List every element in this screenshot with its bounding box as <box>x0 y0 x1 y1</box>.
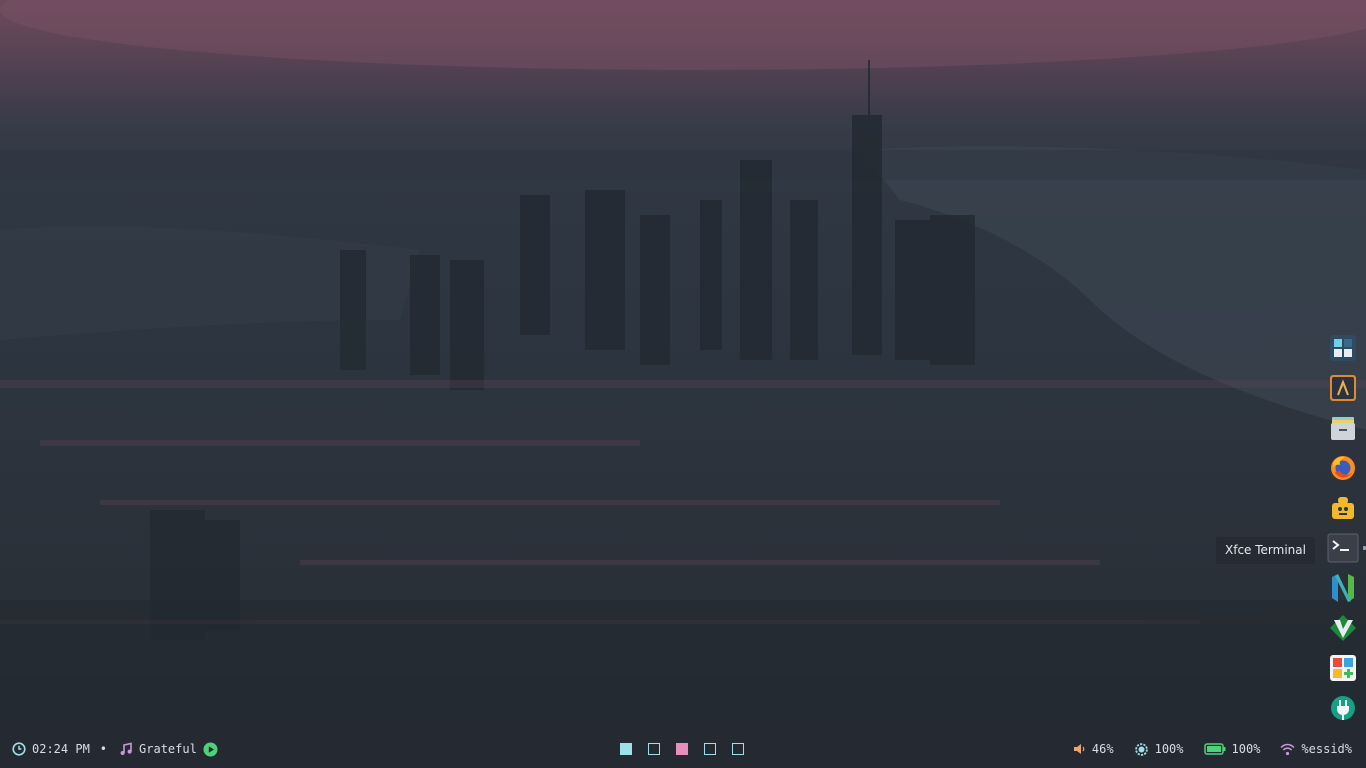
music-module[interactable]: Grateful <box>119 742 218 757</box>
status-bar: 02:24 PM • Grateful 46% 100% 100% %essid… <box>0 730 1366 768</box>
city-skyline-illustration <box>0 0 1366 730</box>
dock-item-software-center[interactable] <box>1324 648 1362 688</box>
terminal-icon <box>1327 533 1359 563</box>
brightness-module[interactable]: 100% <box>1134 742 1184 757</box>
lambda-editor-icon <box>1330 375 1356 401</box>
dock-item-lambda-editor[interactable] <box>1324 368 1362 408</box>
dock-item-terminal[interactable] <box>1324 528 1366 568</box>
file-archive-icon <box>1331 417 1355 440</box>
vim-icon <box>1330 615 1356 641</box>
wifi-icon <box>1280 743 1295 755</box>
track-title: Grateful <box>139 742 197 756</box>
battery-value: 100% <box>1231 742 1261 756</box>
volume-module[interactable]: 46% <box>1073 742 1114 756</box>
toolbox-icon <box>1332 497 1354 519</box>
app-grid-icon <box>1330 335 1356 361</box>
dock-item-app-grid[interactable] <box>1324 328 1362 368</box>
clock-time: 02:24 PM <box>32 742 90 756</box>
network-essid: %essid% <box>1301 742 1352 756</box>
dock-item-vim[interactable] <box>1324 608 1362 648</box>
firefox-icon <box>1331 456 1355 480</box>
bar-separator: • <box>99 742 108 756</box>
network-module[interactable]: %essid% <box>1280 742 1352 756</box>
neovim-icon <box>1332 574 1354 602</box>
brightness-icon <box>1134 742 1148 756</box>
app-dock <box>1324 328 1366 728</box>
dock-item-archive[interactable] <box>1324 408 1362 448</box>
dock-item-toolbox[interactable] <box>1324 488 1362 528</box>
workspace-switcher <box>620 730 744 768</box>
workspace-3[interactable] <box>676 743 688 755</box>
dock-item-plug[interactable] <box>1324 688 1362 728</box>
clock-module[interactable]: 02:24 PM <box>12 742 90 756</box>
bar-left-modules: 02:24 PM • Grateful <box>12 730 218 768</box>
workspace-2[interactable] <box>648 743 660 755</box>
workspace-5[interactable] <box>732 743 744 755</box>
music-note-icon <box>120 742 132 755</box>
workspace-1[interactable] <box>620 743 632 755</box>
brightness-value: 100% <box>1154 742 1184 756</box>
volume-icon <box>1073 744 1085 754</box>
battery-module[interactable]: 100% <box>1203 742 1261 756</box>
plug-icon <box>1331 696 1355 720</box>
battery-icon <box>1203 743 1226 755</box>
volume-value: 46% <box>1091 742 1114 756</box>
dock-item-firefox[interactable] <box>1324 448 1362 488</box>
software-center-icon <box>1330 655 1356 681</box>
bar-right-modules: 46% 100% 100% %essid% <box>1073 730 1352 768</box>
dock-item-neovim[interactable] <box>1324 568 1362 608</box>
desktop-wallpaper <box>0 0 1366 730</box>
workspace-4[interactable] <box>704 743 716 755</box>
play-icon[interactable] <box>203 742 218 757</box>
dock-tooltip: Xfce Terminal <box>1216 537 1315 564</box>
clock-icon <box>12 742 26 756</box>
